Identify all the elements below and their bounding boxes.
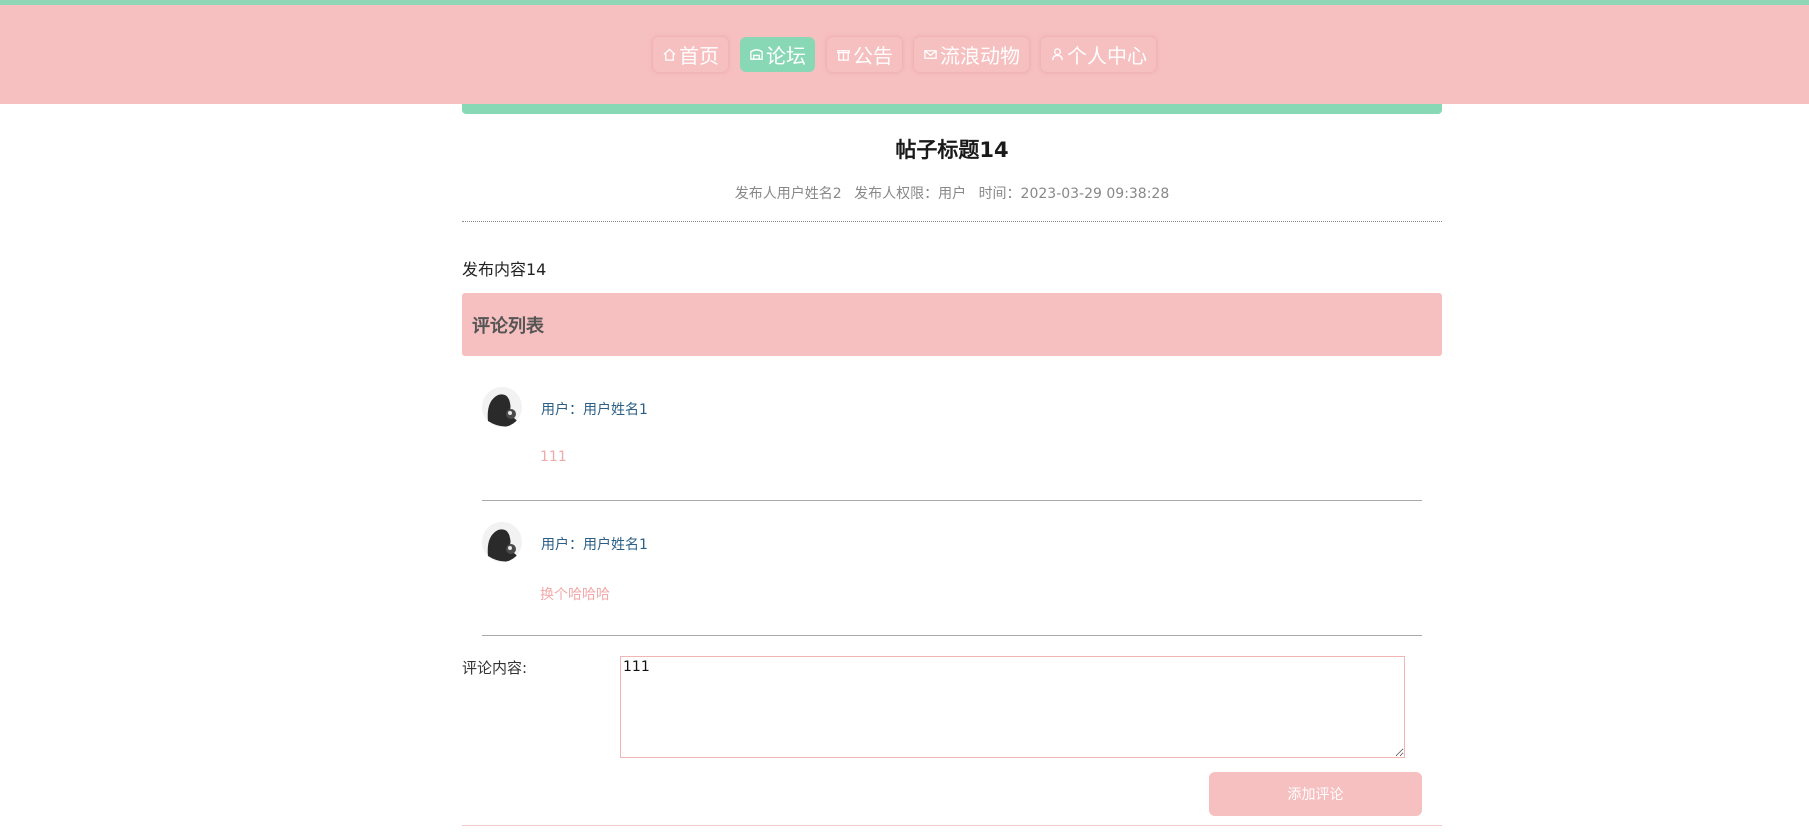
user-icon xyxy=(1052,48,1063,61)
post-title: 帖子标题14 xyxy=(895,138,1009,162)
nav-item-notice[interactable]: 公告 xyxy=(827,37,902,72)
add-comment-button[interactable]: 添加评论 xyxy=(1209,772,1422,816)
post-role: 发布人权限：用户 xyxy=(854,186,967,202)
post-author: 发布人用户姓名2 xyxy=(734,186,842,202)
comment-text: 111 xyxy=(540,449,567,465)
avatar-icon xyxy=(482,387,522,427)
banner-strip xyxy=(462,104,1442,114)
comment-content-input[interactable]: 111 xyxy=(620,656,1405,758)
comment-username: 用户：用户姓名1 xyxy=(541,402,648,418)
comment-list-heading: 评论列表 xyxy=(462,293,1442,356)
nav-item-profile[interactable]: 个人中心 xyxy=(1041,37,1156,72)
avatar-icon xyxy=(482,522,522,562)
gift-icon xyxy=(837,50,850,61)
divider xyxy=(462,221,1442,222)
comment-text: 换个哈哈哈 xyxy=(540,587,610,603)
comment-divider xyxy=(482,500,1422,501)
nav-item-stray-animals[interactable]: 流浪动物 xyxy=(914,37,1029,72)
comment-divider xyxy=(482,635,1422,636)
nav-item-forum[interactable]: 论坛 xyxy=(740,37,815,72)
home-icon xyxy=(663,48,676,61)
forum-icon xyxy=(750,49,763,60)
nav-label: 首页 xyxy=(679,44,719,68)
nav-label: 公告 xyxy=(853,44,893,68)
main-nav: 首页 论坛 公告 流浪动物 个人中心 xyxy=(0,37,1809,72)
comment-username: 用户：用户姓名1 xyxy=(541,537,648,553)
post-content: 发布内容14 xyxy=(462,260,547,279)
nav-label: 流浪动物 xyxy=(940,44,1020,68)
nav-label: 个人中心 xyxy=(1067,44,1147,68)
post-time: 时间：2023-03-29 09:38:28 xyxy=(978,186,1170,202)
mail-icon xyxy=(924,50,937,59)
nav-label: 论坛 xyxy=(766,44,806,68)
comment-content-label: 评论内容: xyxy=(462,659,528,677)
bottom-divider xyxy=(462,825,1442,826)
post-meta: 发布人用户姓名2 发布人权限：用户 时间：2023-03-29 09:38:28 xyxy=(462,183,1442,203)
nav-item-home[interactable]: 首页 xyxy=(653,37,728,72)
